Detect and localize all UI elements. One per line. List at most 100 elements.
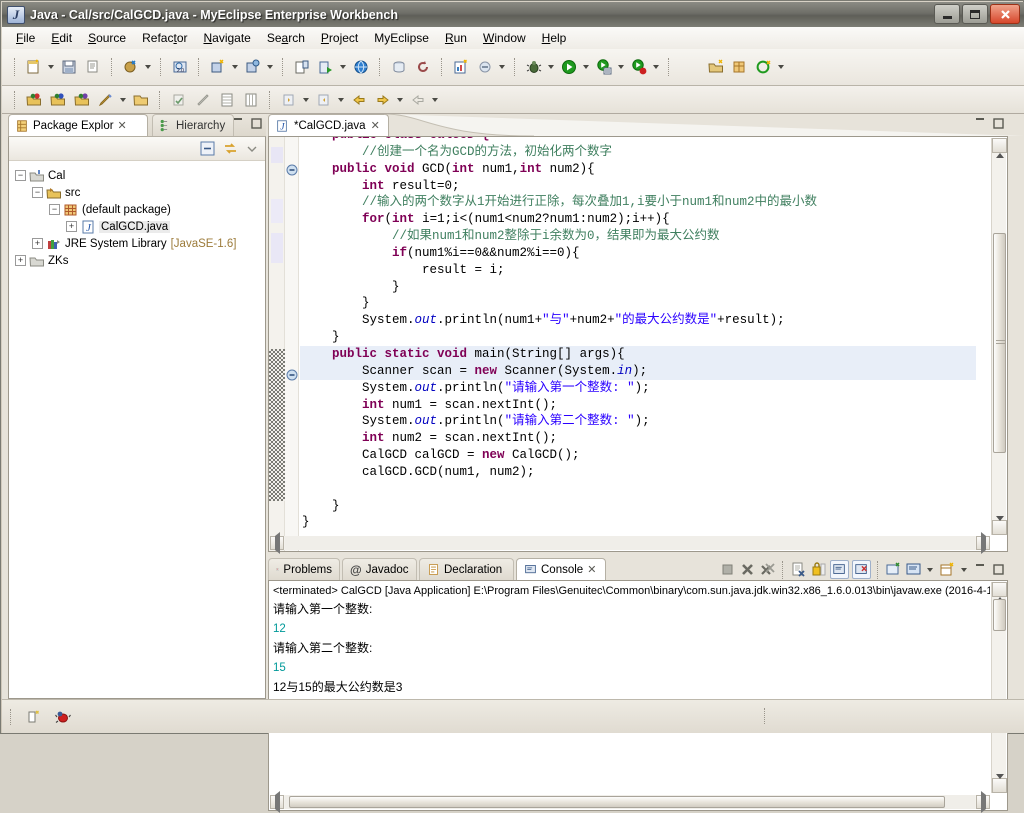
new-folder-button[interactable]	[705, 56, 727, 78]
tab-close-icon[interactable]: ✕	[118, 119, 127, 132]
scroll-up-button[interactable]	[992, 138, 1007, 153]
debug-dropdown[interactable]	[546, 57, 555, 77]
editor-annotation-ruler[interactable]	[269, 137, 285, 551]
scroll-track[interactable]	[285, 536, 975, 550]
next-annotation-dropdown[interactable]	[301, 90, 310, 110]
minimize-console-button[interactable]	[973, 562, 988, 577]
expander-expand-icon[interactable]: +	[32, 238, 43, 249]
menu-myeclipse[interactable]: MyEclipse	[366, 29, 437, 47]
expander-expand-icon[interactable]: +	[15, 255, 26, 266]
next-annotation-button[interactable]	[278, 89, 300, 111]
view-menu-button[interactable]	[245, 142, 259, 156]
run-error-button[interactable]	[628, 56, 650, 78]
console-vertical-scrollbar[interactable]	[991, 582, 1007, 793]
tab-calgcd-java[interactable]: J *CalGCD.java ✕	[268, 114, 389, 136]
db-refresh-button[interactable]	[412, 56, 434, 78]
scroll-left-button[interactable]	[270, 795, 284, 809]
minimize-button[interactable]	[934, 4, 960, 24]
deploy-button[interactable]	[120, 56, 142, 78]
pencil-button[interactable]	[95, 89, 117, 111]
next-edit-dropdown[interactable]	[430, 90, 439, 110]
validate-button[interactable]	[168, 89, 190, 111]
maximize-console-button[interactable]	[991, 562, 1006, 577]
console-select-button[interactable]	[905, 561, 922, 578]
scroll-left-button[interactable]	[270, 536, 284, 550]
tree-item-cal[interactable]: − Cal	[15, 167, 265, 184]
debug-button[interactable]	[523, 56, 545, 78]
tab-hierarchy[interactable]: Hierarchy	[152, 114, 234, 136]
new-wizard-button[interactable]	[23, 56, 45, 78]
prev-annotation-button[interactable]	[313, 89, 335, 111]
tree-item-calgcd-java[interactable]: + J CalGCD.java	[15, 218, 265, 235]
back-history-dropdown[interactable]	[395, 90, 404, 110]
expander-collapse-icon[interactable]: −	[15, 170, 26, 181]
save-button[interactable]	[58, 56, 80, 78]
new-package-button[interactable]	[729, 56, 751, 78]
link-external-button[interactable]	[474, 56, 496, 78]
code-text-area[interactable]: public class CalGCD { //创建一个名为GCD的方法，初始化…	[300, 137, 976, 536]
expander-collapse-icon[interactable]: −	[49, 204, 60, 215]
maximize-button[interactable]	[962, 4, 988, 24]
menu-file[interactable]: FFileile	[8, 29, 43, 47]
globe-button[interactable]	[350, 56, 372, 78]
scroll-down-button[interactable]	[992, 778, 1007, 793]
prev-annotation-dropdown[interactable]	[336, 90, 345, 110]
display-selected-console-button[interactable]	[852, 560, 871, 579]
link-dropdown[interactable]	[497, 57, 506, 77]
new-wizard-dropdown[interactable]	[46, 57, 55, 77]
new-annotation-button[interactable]	[753, 56, 775, 78]
pencil-dropdown[interactable]	[118, 90, 127, 110]
editor-folding-ruler[interactable]	[285, 137, 299, 551]
new-class-button[interactable]	[207, 56, 229, 78]
run-button[interactable]	[558, 56, 580, 78]
tree-item-src[interactable]: − src	[15, 184, 265, 201]
columns-view-button[interactable]	[240, 89, 262, 111]
open-console-button[interactable]	[885, 561, 902, 578]
tab-package-explorer[interactable]: Package Explor ✕	[8, 114, 148, 136]
run-server-dropdown[interactable]	[338, 57, 347, 77]
open-folder-button[interactable]	[130, 89, 152, 111]
menu-source[interactable]: Source	[80, 29, 134, 47]
run-error-dropdown[interactable]	[651, 57, 660, 77]
tab-close-icon[interactable]: ✕	[587, 563, 596, 576]
deploy-dropdown[interactable]	[143, 57, 152, 77]
new-console-view-dropdown[interactable]	[959, 562, 968, 578]
report-button[interactable]	[450, 56, 472, 78]
run-dropdown[interactable]	[581, 57, 590, 77]
scroll-thumb[interactable]	[993, 599, 1006, 631]
menu-window[interactable]: Window	[475, 29, 534, 47]
open-resource-red-button[interactable]	[23, 89, 45, 111]
web-browser-button[interactable]: 2.0	[169, 56, 191, 78]
pin-console-button[interactable]	[830, 560, 849, 579]
scroll-track[interactable]	[285, 795, 975, 809]
table-view-button[interactable]	[216, 89, 238, 111]
console-select-dropdown[interactable]	[925, 562, 934, 578]
scroll-up-button[interactable]	[992, 582, 1007, 597]
new-java-project-button[interactable]	[242, 56, 264, 78]
link-with-editor-button[interactable]	[222, 140, 239, 157]
console-output[interactable]: <terminated> CalGCD [Java Application] E…	[270, 582, 990, 793]
print-button[interactable]	[82, 56, 104, 78]
remove-launch-button[interactable]	[739, 561, 756, 578]
fold-marker[interactable]	[286, 369, 298, 384]
editor-vertical-scrollbar[interactable]	[991, 138, 1007, 535]
console-horizontal-scrollbar[interactable]	[270, 795, 990, 809]
scroll-down-button[interactable]	[992, 520, 1007, 535]
tree-item-zks[interactable]: + ZKs	[15, 252, 265, 269]
tab-problems[interactable]: Problems	[268, 558, 340, 580]
menu-run[interactable]: Run	[437, 29, 475, 47]
tab-javadoc[interactable]: @ Javadoc	[342, 558, 417, 580]
scroll-lock-button[interactable]	[810, 561, 827, 578]
menu-help[interactable]: Help	[534, 29, 575, 47]
minimize-view-button[interactable]	[231, 116, 246, 131]
clear-console-button[interactable]	[790, 561, 807, 578]
terminate-button[interactable]	[719, 561, 736, 578]
open-type-button[interactable]	[291, 56, 313, 78]
new-console-view-button[interactable]	[939, 561, 956, 578]
run-history-button[interactable]	[593, 56, 615, 78]
scroll-thumb[interactable]	[993, 233, 1006, 453]
writable-indicator[interactable]	[22, 706, 44, 728]
run-history-dropdown[interactable]	[616, 57, 625, 77]
expander-collapse-icon[interactable]: −	[32, 187, 43, 198]
tab-declaration[interactable]: Declaration	[419, 558, 514, 580]
